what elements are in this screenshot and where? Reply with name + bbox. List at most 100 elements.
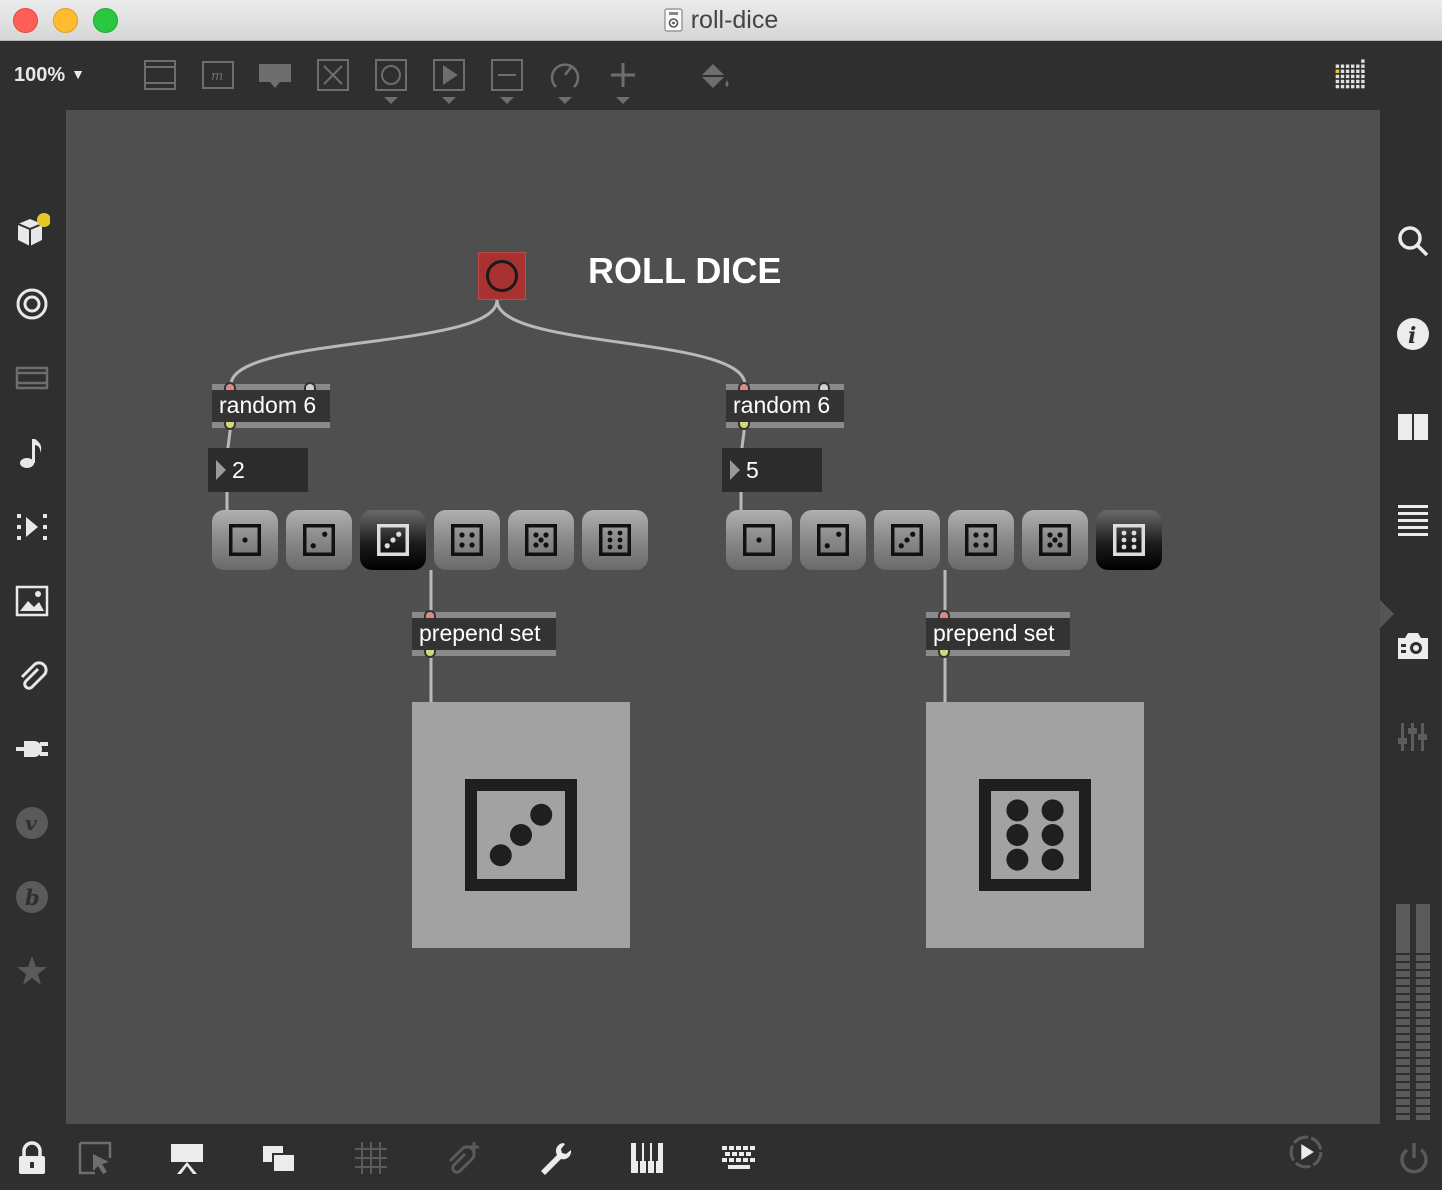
- mixer-icon[interactable]: [1396, 720, 1430, 754]
- packages-icon[interactable]: [14, 212, 51, 248]
- window-title-wrap: roll-dice: [0, 6, 1442, 35]
- attachment-icon[interactable]: [14, 657, 50, 693]
- dice-button-2[interactable]: [286, 510, 352, 570]
- inlet[interactable]: [424, 610, 436, 618]
- audio-on-icon[interactable]: [1288, 1134, 1334, 1180]
- dice-face-3-icon: [465, 779, 577, 891]
- dice-button-5[interactable]: [1022, 510, 1088, 570]
- patch-cord: [495, 299, 747, 386]
- chevron-down-icon[interactable]: [616, 97, 630, 104]
- grid-icon[interactable]: [353, 1140, 389, 1176]
- grid-icon[interactable]: [1334, 56, 1374, 96]
- plugin-icon[interactable]: [14, 731, 50, 767]
- dice-button-4[interactable]: [434, 510, 500, 570]
- bang-ring: [486, 260, 518, 292]
- top-toolbar: 100% ▼ m: [0, 42, 1442, 110]
- dice-button-4[interactable]: [948, 510, 1014, 570]
- random-object-right[interactable]: random 6: [726, 382, 844, 430]
- toggle-icon[interactable]: [316, 58, 350, 92]
- inlet[interactable]: [304, 382, 316, 390]
- dice-button-3[interactable]: [874, 510, 940, 570]
- chevron-down-icon[interactable]: [384, 97, 398, 104]
- dice-button-6[interactable]: [1096, 510, 1162, 570]
- dice-button-2[interactable]: [800, 510, 866, 570]
- wrench-icon[interactable]: [537, 1140, 573, 1176]
- bang-button[interactable]: [478, 252, 526, 300]
- power-icon[interactable]: [1396, 1140, 1432, 1176]
- zoom-menu[interactable]: 100% ▼: [14, 64, 85, 87]
- object-text: prepend set: [933, 620, 1055, 646]
- object-text: random 6: [219, 392, 317, 418]
- svg-text:b: b: [25, 885, 40, 910]
- music-note-icon[interactable]: [14, 435, 50, 471]
- comment-icon[interactable]: [258, 58, 292, 92]
- patch-cord: [229, 299, 499, 386]
- info-icon[interactable]: i: [1396, 317, 1430, 351]
- message-icon[interactable]: m: [201, 58, 235, 92]
- title-bar: roll-dice: [0, 0, 1442, 41]
- prepend-object-left[interactable]: prepend set: [412, 610, 556, 658]
- add-icon[interactable]: [606, 58, 640, 92]
- inlet[interactable]: [818, 382, 830, 390]
- dice-display-left[interactable]: [412, 702, 630, 948]
- dice-face-4-icon: [451, 524, 483, 556]
- paint-icon[interactable]: [697, 58, 731, 92]
- dice-face-2-icon: [817, 524, 849, 556]
- number-triangle-icon: [730, 460, 740, 480]
- dice-button-3[interactable]: [360, 510, 426, 570]
- video-icon[interactable]: [14, 360, 50, 396]
- computer-keyboard-icon[interactable]: [721, 1140, 757, 1176]
- inlet[interactable]: [224, 382, 236, 390]
- dice-face-6-icon: [1113, 524, 1145, 556]
- dice-button-6[interactable]: [582, 510, 648, 570]
- number-triangle-icon: [216, 460, 226, 480]
- inlet[interactable]: [938, 610, 950, 618]
- presentation-icon[interactable]: [169, 1140, 205, 1176]
- dice-face-6-icon: [599, 524, 631, 556]
- playback-icon[interactable]: [14, 509, 50, 545]
- number-box-right[interactable]: 5: [722, 448, 822, 492]
- attach-add-icon[interactable]: [445, 1140, 481, 1176]
- dice-button-5[interactable]: [508, 510, 574, 570]
- target-icon[interactable]: [14, 286, 50, 322]
- dice-face-4-icon: [965, 524, 997, 556]
- patcher-canvas[interactable]: ROLL DICE random 6 2 prepend set random …: [66, 110, 1380, 1124]
- dice-face-1-icon: [229, 524, 261, 556]
- chevron-down-icon[interactable]: [442, 97, 456, 104]
- dice-button-1[interactable]: [212, 510, 278, 570]
- left-sidebar: v b: [0, 110, 66, 1124]
- dice-face-3-icon: [377, 524, 409, 556]
- v-icon[interactable]: v: [14, 805, 50, 841]
- object-text: random 6: [733, 392, 831, 418]
- slider-icon[interactable]: [432, 58, 466, 92]
- dice-face-3-icon: [891, 524, 923, 556]
- select-icon[interactable]: [77, 1140, 113, 1176]
- keyboard-icon[interactable]: [629, 1140, 665, 1176]
- dial-icon[interactable]: [548, 58, 582, 92]
- number-box-left[interactable]: 2: [208, 448, 308, 492]
- chevron-down-icon[interactable]: [558, 97, 572, 104]
- dice-display-right[interactable]: [926, 702, 1144, 948]
- panels-icon[interactable]: [1396, 410, 1430, 444]
- dice-face-6-icon: [979, 779, 1091, 891]
- patch-comment: ROLL DICE: [588, 250, 782, 291]
- chevron-down-icon[interactable]: [500, 97, 514, 104]
- star-icon[interactable]: [14, 953, 50, 989]
- windows-icon[interactable]: [261, 1140, 297, 1176]
- random-object-left[interactable]: random 6: [212, 382, 330, 430]
- snapshot-icon[interactable]: [1396, 628, 1430, 662]
- dice-button-1[interactable]: [726, 510, 792, 570]
- lock-icon[interactable]: [14, 1140, 50, 1176]
- document-icon: [664, 8, 683, 32]
- b-icon[interactable]: b: [14, 879, 50, 915]
- button-icon[interactable]: [374, 58, 408, 92]
- search-icon[interactable]: [1396, 224, 1430, 258]
- presentation-icon[interactable]: [143, 58, 177, 92]
- list-icon[interactable]: [1396, 502, 1430, 536]
- window-title: roll-dice: [690, 6, 779, 34]
- number-icon[interactable]: [490, 58, 524, 92]
- svg-text:m: m: [211, 69, 223, 84]
- inlet[interactable]: [738, 382, 750, 390]
- image-icon[interactable]: [14, 583, 50, 619]
- prepend-object-right[interactable]: prepend set: [926, 610, 1070, 658]
